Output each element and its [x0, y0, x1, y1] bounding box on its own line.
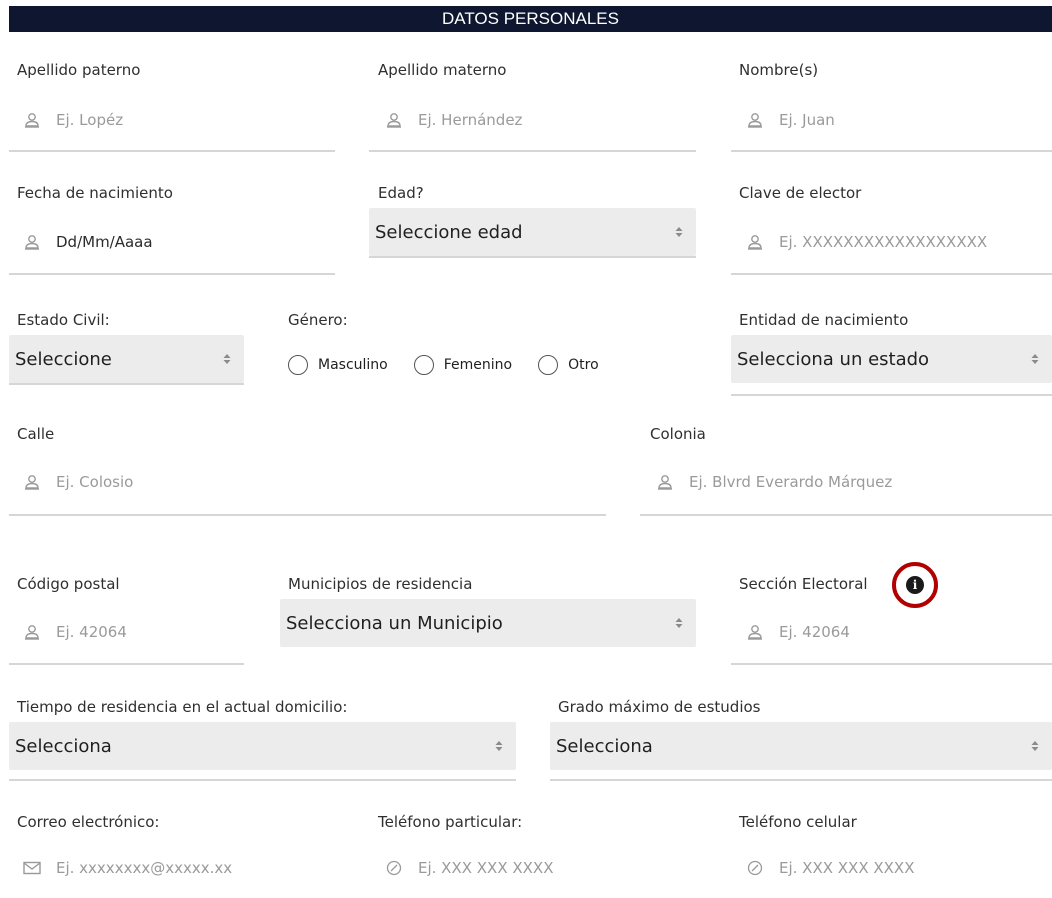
genero-option-label: Masculino	[318, 357, 388, 373]
fecha-nacimiento-value: Dd/Mm/Aaaa	[56, 233, 153, 251]
seccion-electoral-input[interactable]: Ej. 42064	[745, 618, 850, 646]
colonia-input[interactable]: Ej. Blvrd Everardo Márquez	[655, 468, 892, 496]
genero-option-femenino[interactable]: Femenino	[413, 355, 513, 375]
person-icon	[655, 472, 675, 492]
nombre-label: Nombre(s)	[739, 61, 819, 79]
clave-elector-label: Clave de elector	[739, 184, 862, 202]
genero-option-otro[interactable]: Otro	[538, 355, 599, 375]
radio-circle-icon[interactable]	[413, 355, 434, 375]
tiempo-residencia-underline	[9, 779, 516, 781]
edad-selected: Seleccione edad	[375, 221, 523, 243]
apellido-paterno-label: Apellido paterno	[17, 61, 141, 79]
phone-icon	[384, 858, 404, 878]
calle-placeholder: Ej. Colosio	[56, 473, 134, 491]
grado-estudios-label: Grado máximo de estudios	[558, 698, 761, 716]
grado-estudios-underline	[550, 779, 1052, 781]
estado-civil-selected: Seleccione	[15, 348, 112, 370]
apellido-materno-input[interactable]: Ej. Hernández	[384, 106, 522, 134]
genero-option-label: Otro	[568, 357, 599, 373]
person-icon	[22, 110, 42, 130]
codigo-postal-underline	[9, 663, 244, 665]
correo-placeholder: Ej. xxxxxxxx@xxxxx.xx	[56, 859, 233, 877]
estado-civil-label: Estado Civil:	[17, 311, 110, 329]
municipio-label: Municipios de residencia	[288, 575, 473, 593]
telefono-celular-label: Teléfono celular	[739, 813, 857, 831]
genero-radio-group: Masculino Femenino Otro	[288, 353, 625, 377]
apellido-paterno-underline	[9, 150, 335, 152]
person-icon	[22, 232, 42, 252]
correo-label: Correo electrónico:	[17, 813, 160, 831]
telefono-particular-placeholder: Ej. XXX XXX XXXX	[418, 859, 554, 877]
radio-circle-icon[interactable]	[538, 355, 559, 375]
person-icon	[22, 622, 42, 642]
estado-civil-select[interactable]: Seleccione	[9, 335, 244, 383]
grado-estudios-select[interactable]: Selecciona	[550, 722, 1052, 770]
tiempo-residencia-select[interactable]: Selecciona	[9, 722, 516, 770]
municipio-select[interactable]: Selecciona un Municipio	[280, 599, 696, 647]
person-icon	[745, 622, 765, 642]
phone-icon	[745, 858, 765, 878]
telefono-celular-input[interactable]: Ej. XXX XXX XXXX	[745, 854, 914, 882]
codigo-postal-input[interactable]: Ej. 42064	[22, 618, 127, 646]
apellido-materno-underline	[369, 150, 696, 152]
telefono-particular-label: Teléfono particular:	[378, 813, 523, 831]
calle-input[interactable]: Ej. Colosio	[22, 468, 133, 496]
calle-label: Calle	[17, 425, 55, 443]
clave-elector-underline	[731, 273, 1052, 275]
clave-elector-placeholder: Ej. XXXXXXXXXXXXXXXXXX	[779, 233, 988, 251]
nombre-underline	[731, 150, 1052, 152]
colonia-label: Colonia	[650, 425, 706, 443]
fecha-nacimiento-label: Fecha de nacimiento	[17, 184, 173, 202]
edad-underline	[369, 256, 696, 258]
person-icon	[22, 472, 42, 492]
mail-icon	[22, 858, 42, 878]
select-arrows-icon	[1030, 739, 1040, 753]
codigo-postal-label: Código postal	[17, 575, 120, 593]
seccion-electoral-placeholder: Ej. 42064	[779, 623, 850, 641]
municipio-selected: Selecciona un Municipio	[286, 612, 503, 634]
radio-circle-icon[interactable]	[288, 355, 308, 375]
codigo-postal-placeholder: Ej. 42064	[56, 623, 127, 641]
edad-select[interactable]: Seleccione edad	[369, 208, 696, 256]
fecha-nacimiento-underline	[9, 273, 335, 275]
grado-estudios-selected: Selecciona	[556, 735, 653, 757]
edad-label: Edad?	[378, 184, 424, 202]
telefono-celular-placeholder: Ej. XXX XXX XXXX	[779, 859, 915, 877]
tiempo-residencia-selected: Selecciona	[15, 735, 112, 757]
apellido-materno-placeholder: Ej. Hernández	[418, 111, 523, 129]
entidad-nacimiento-select[interactable]: Selecciona un estado	[731, 335, 1052, 383]
select-arrows-icon	[222, 352, 232, 366]
select-arrows-icon	[674, 225, 684, 239]
genero-label: Género:	[288, 311, 348, 329]
nombre-input[interactable]: Ej. Juan	[745, 106, 835, 134]
entidad-nacimiento-underline	[731, 394, 1052, 396]
highlight-ring	[892, 562, 938, 608]
section-header: DATOS PERSONALES	[9, 6, 1052, 32]
calle-underline	[9, 514, 606, 516]
select-arrows-icon	[674, 616, 684, 630]
select-arrows-icon	[1030, 352, 1040, 366]
fecha-nacimiento-input[interactable]: Dd/Mm/Aaaa	[22, 228, 153, 256]
clave-elector-input[interactable]: Ej. XXXXXXXXXXXXXXXXXX	[745, 228, 987, 256]
telefono-particular-input[interactable]: Ej. XXX XXX XXXX	[384, 854, 553, 882]
colonia-underline	[640, 514, 1052, 516]
apellido-paterno-input[interactable]: Ej. Lopéz	[22, 106, 123, 134]
seccion-electoral-label: Sección Electoral	[739, 575, 868, 593]
select-arrows-icon	[494, 739, 504, 753]
entidad-nacimiento-selected: Selecciona un estado	[737, 348, 930, 370]
colonia-placeholder: Ej. Blvrd Everardo Márquez	[689, 473, 893, 491]
nombre-placeholder: Ej. Juan	[779, 111, 835, 129]
genero-option-label: Femenino	[443, 357, 513, 373]
estado-civil-underline	[9, 383, 244, 385]
genero-option-masculino[interactable]: Masculino	[288, 355, 388, 375]
person-icon	[384, 110, 404, 130]
person-icon	[745, 110, 765, 130]
entidad-nacimiento-label: Entidad de nacimiento	[739, 311, 909, 329]
apellido-paterno-placeholder: Ej. Lopéz	[56, 111, 124, 129]
tiempo-residencia-label: Tiempo de residencia en el actual domici…	[17, 698, 348, 716]
person-icon	[745, 232, 765, 252]
seccion-electoral-underline	[731, 663, 1052, 665]
correo-input[interactable]: Ej. xxxxxxxx@xxxxx.xx	[22, 854, 232, 882]
apellido-materno-label: Apellido materno	[378, 61, 507, 79]
